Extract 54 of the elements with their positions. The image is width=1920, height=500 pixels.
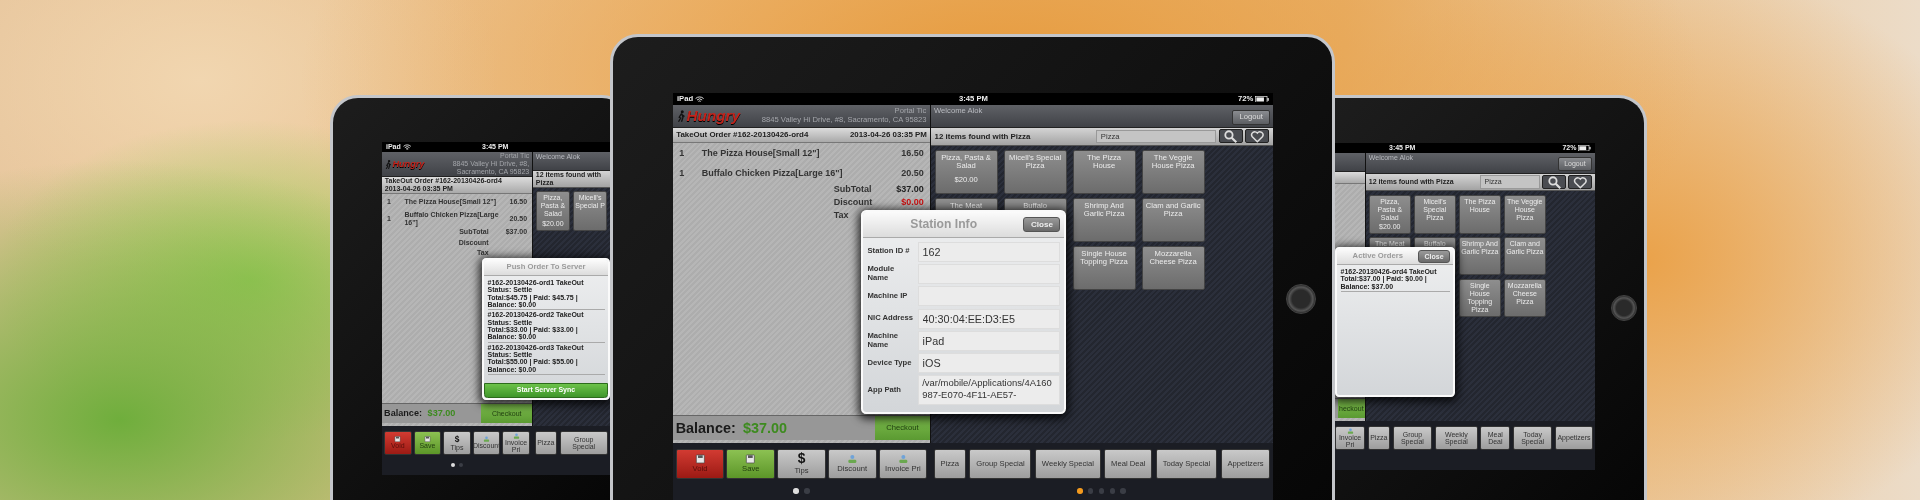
page-dot[interactable] — [1077, 488, 1083, 494]
page-dot[interactable] — [1088, 488, 1094, 494]
page-dot[interactable] — [450, 463, 455, 468]
person-icon — [483, 436, 491, 443]
text-field[interactable]: 40:30:04:EE:D3:E5 — [918, 308, 1060, 329]
search-button[interactable] — [1542, 174, 1567, 190]
page-dot[interactable] — [459, 463, 464, 468]
dialog-title: Station Info — [909, 217, 979, 232]
logo-text: Hungry — [686, 107, 741, 125]
text-field[interactable]: 162 — [918, 241, 1060, 262]
total-label: Tax — [833, 210, 850, 221]
text-field[interactable]: /var/mobile/Applications/4A160987-E070-4F11-AE57- — [918, 375, 1060, 406]
balance-amount: $37.00 — [427, 408, 456, 419]
text-field[interactable]: iPad — [918, 330, 1060, 351]
page-dot[interactable] — [804, 488, 810, 494]
search-button[interactable] — [1218, 129, 1243, 144]
page-dot[interactable] — [1109, 488, 1115, 494]
wifi-icon — [402, 143, 412, 151]
battery-icon — [1255, 95, 1269, 103]
total-value: $0.00 — [900, 197, 924, 208]
item-price: 16.50 — [901, 147, 924, 159]
person-icon — [1346, 427, 1354, 434]
total-label: SubTotal — [833, 184, 873, 195]
home-button[interactable] — [1286, 284, 1316, 314]
search-icon — [1546, 174, 1562, 190]
running-figure-icon — [676, 109, 686, 123]
item-name: Buffalo Chicken Pizza[Large 16"] — [701, 167, 844, 179]
heart-icon — [1250, 129, 1265, 144]
page-dot[interactable] — [793, 488, 799, 494]
item-name: The Pizza House[Small 12"] — [701, 147, 821, 159]
item-quantity: 1 — [679, 147, 686, 159]
balance-label: Balance: — [384, 408, 422, 419]
page-dot[interactable] — [1098, 488, 1105, 494]
balance-amount: $37.00 — [742, 419, 787, 437]
favorite-button[interactable] — [1245, 129, 1270, 144]
balance-label: Balance: — [675, 419, 736, 437]
logo-text: Hungry — [392, 158, 425, 170]
page-dot[interactable] — [1120, 488, 1126, 494]
running-figure-icon — [384, 158, 392, 170]
total-value: $37.00 — [895, 184, 924, 195]
battery-icon — [1578, 144, 1591, 152]
person-icon — [846, 454, 858, 465]
home-button[interactable] — [1611, 295, 1637, 321]
close-button[interactable]: Close — [1023, 216, 1061, 233]
item-quantity: 1 — [679, 167, 686, 179]
favorite-button[interactable] — [1568, 174, 1593, 190]
heart-icon — [1572, 174, 1588, 190]
person-icon — [512, 432, 520, 439]
person-icon — [897, 454, 909, 465]
item-price: 20.50 — [901, 167, 924, 179]
search-icon — [1223, 129, 1239, 144]
text-field[interactable]: iOS — [918, 353, 1060, 374]
total-label: Discount — [833, 197, 874, 208]
wifi-icon — [695, 95, 705, 103]
